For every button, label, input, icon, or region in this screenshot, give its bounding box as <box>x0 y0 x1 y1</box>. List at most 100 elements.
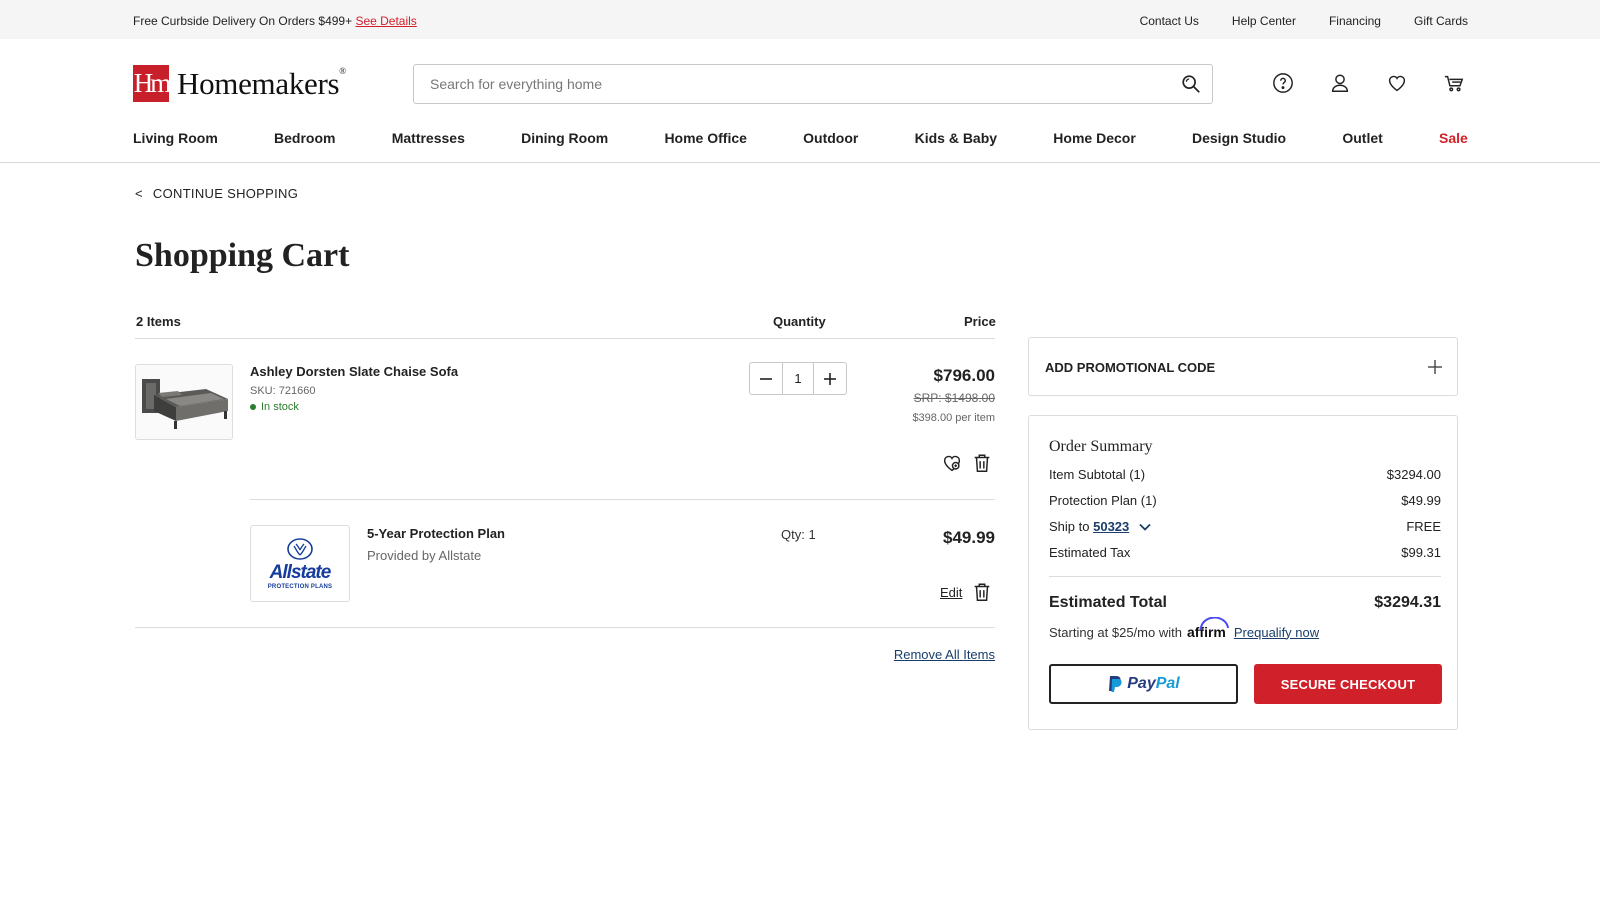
financing-link[interactable]: Financing <box>1329 14 1381 28</box>
plus-icon <box>824 372 836 385</box>
order-summary: Order Summary Item Subtotal (1) $3294.00… <box>1028 415 1458 730</box>
estimated-tax-value: $99.31 <box>1401 545 1441 560</box>
see-details-link[interactable]: See Details <box>355 14 416 28</box>
estimated-total-label: Estimated Total <box>1049 594 1167 611</box>
nav-divider <box>0 162 1600 163</box>
stock-status: In stock <box>250 401 299 413</box>
minus-icon <box>760 377 772 380</box>
ship-to-label: Ship to <box>1049 519 1090 534</box>
shipping-value: FREE <box>1406 519 1441 534</box>
estimated-tax-label: Estimated Tax <box>1049 545 1131 560</box>
delete-plan-icon[interactable] <box>971 581 993 603</box>
continue-shopping-link[interactable]: < CONTINUE SHOPPING <box>135 186 298 201</box>
plan-name: 5-Year Protection Plan <box>367 526 505 541</box>
chevron-down-icon[interactable] <box>1139 523 1151 531</box>
quantity-stepper: 1 <box>749 362 847 395</box>
nav-living-room[interactable]: Living Room <box>133 130 218 146</box>
promo-code-label: ADD PROMOTIONAL CODE <box>1045 360 1216 375</box>
header-icons <box>1272 71 1465 95</box>
help-icon[interactable] <box>1272 71 1294 95</box>
allstate-hands-icon <box>287 537 313 560</box>
quantity-column-header: Quantity <box>773 314 826 329</box>
item-subtotal-label: Item Subtotal (1) <box>1049 467 1146 482</box>
top-bar: Free Curbside Delivery On Orders $499+ S… <box>0 0 1600 39</box>
nav-mattresses[interactable]: Mattresses <box>392 130 465 146</box>
plan-price: $49.99 <box>943 528 995 547</box>
cart-bottom-divider <box>135 627 995 628</box>
nav-outdoor[interactable]: Outdoor <box>803 130 858 146</box>
product-sku: SKU: 721660 <box>250 385 316 397</box>
secure-checkout-button[interactable]: SECURE CHECKOUT <box>1254 664 1442 704</box>
homemakers-logo[interactable]: Hm Homemakers® <box>133 65 346 102</box>
save-to-wishlist-icon[interactable] <box>941 452 963 474</box>
bed-image <box>136 365 232 439</box>
nav-sale[interactable]: Sale <box>1439 130 1468 146</box>
ship-zip-link[interactable]: 50323 <box>1093 519 1129 534</box>
product-name-link[interactable]: Ashley Dorsten Slate Chaise Sofa <box>250 364 458 379</box>
protection-plan-label: Protection Plan (1) <box>1049 493 1157 508</box>
item-subtotal-value: $3294.00 <box>1386 467 1441 482</box>
price-column-header: Price <box>964 314 996 329</box>
quantity-value[interactable]: 1 <box>782 363 814 394</box>
cart-icon[interactable] <box>1443 71 1465 95</box>
header-divider <box>135 338 995 339</box>
nav-dining-room[interactable]: Dining Room <box>521 130 608 146</box>
page-title: Shopping Cart <box>135 237 350 274</box>
remove-all-items-link[interactable]: Remove All Items <box>894 647 995 662</box>
edit-plan-link[interactable]: Edit <box>940 585 962 600</box>
prequalify-now-link[interactable]: Prequalify now <box>1234 625 1319 640</box>
account-icon[interactable] <box>1329 71 1351 95</box>
product-thumbnail[interactable] <box>135 364 233 440</box>
plan-provider: Provided by Allstate <box>367 548 482 563</box>
promo-text: Free Curbside Delivery On Orders $499+ <box>133 14 353 28</box>
nav-design-studio[interactable]: Design Studio <box>1192 130 1286 146</box>
allstate-brand: Allstate <box>269 561 332 583</box>
continue-shopping-label: CONTINUE SHOPPING <box>152 186 299 201</box>
gift-cards-link[interactable]: Gift Cards <box>1414 14 1468 28</box>
search-bar <box>413 64 1213 104</box>
product-price: $796.00 <box>933 366 995 385</box>
contact-us-link[interactable]: Contact Us <box>1140 14 1199 28</box>
estimated-total-row: Estimated Total $3294.31 <box>1049 594 1441 612</box>
paypal-button[interactable]: PayPal <box>1049 664 1238 704</box>
logo-mark: Hm <box>133 65 171 102</box>
decrease-quantity-button[interactable] <box>750 363 782 394</box>
affirm-logo: affirm <box>1187 617 1229 640</box>
promo-banner: Free Curbside Delivery On Orders $499+ S… <box>133 14 417 28</box>
allstate-sub: PROTECTION PLANS <box>267 583 333 590</box>
add-promo-code-toggle[interactable]: ADD PROMOTIONAL CODE <box>1028 337 1458 396</box>
chevron-left-icon: < <box>135 186 143 201</box>
estimated-tax-row: Estimated Tax $99.31 <box>1049 545 1441 560</box>
affirm-arc-icon <box>1199 617 1229 631</box>
nav-bedroom[interactable]: Bedroom <box>274 130 335 146</box>
estimated-total-value: $3294.31 <box>1374 594 1441 611</box>
main-nav: Living Room Bedroom Mattresses Dining Ro… <box>133 130 1468 146</box>
search-input[interactable] <box>414 65 1174 103</box>
affirm-financing: Starting at $25/mo with affirm Prequalif… <box>1049 617 1319 640</box>
nav-kids-baby[interactable]: Kids & Baby <box>915 130 997 146</box>
item-subtotal-row: Item Subtotal (1) $3294.00 <box>1049 467 1441 482</box>
utility-links: Contact Us Help Center Financing Gift Ca… <box>1140 14 1468 28</box>
nav-home-decor[interactable]: Home Decor <box>1053 130 1135 146</box>
order-summary-title: Order Summary <box>1049 438 1153 455</box>
help-center-link[interactable]: Help Center <box>1232 14 1296 28</box>
in-stock-dot-icon <box>250 404 256 410</box>
price-per-item: $398.00 per item <box>912 412 995 424</box>
delete-item-icon[interactable] <box>971 452 993 474</box>
logo-wordmark: Homemakers® <box>177 65 346 101</box>
nav-home-office[interactable]: Home Office <box>664 130 746 146</box>
increase-quantity-button[interactable] <box>814 363 846 394</box>
summary-divider <box>1049 576 1441 577</box>
shipping-row: Ship to 50323 FREE <box>1049 519 1441 534</box>
plan-quantity: Qty: 1 <box>781 527 816 542</box>
nav-outlet[interactable]: Outlet <box>1342 130 1382 146</box>
allstate-logo: Allstate PROTECTION PLANS <box>250 525 350 602</box>
plus-icon <box>1428 360 1442 374</box>
item-divider <box>250 499 995 500</box>
wishlist-heart-icon[interactable] <box>1386 71 1408 95</box>
items-count: 2 Items <box>136 314 181 329</box>
search-icon[interactable] <box>1180 73 1202 95</box>
paypal-wordmark: PayPal <box>1127 675 1180 692</box>
financing-text: Starting at $25/mo with <box>1049 624 1182 640</box>
stock-status-text: In stock <box>261 401 299 413</box>
